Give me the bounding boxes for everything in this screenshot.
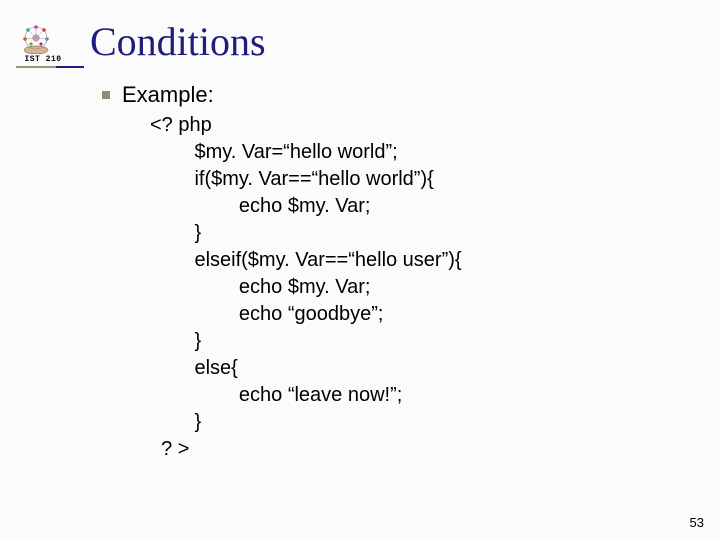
- bullet-icon: [102, 91, 110, 99]
- code-line: echo “leave now!”;: [239, 384, 402, 406]
- bullet-text: Example:: [122, 82, 214, 108]
- code-line: echo “goodbye”;: [239, 303, 384, 325]
- code-line: }: [194, 330, 201, 352]
- code-line: echo $my. Var;: [239, 276, 371, 298]
- code-line: <? php: [150, 114, 212, 136]
- slide-title: Conditions: [90, 18, 266, 65]
- code-line: elseif($my. Var==“hello user”){: [194, 249, 461, 271]
- code-line: $my. Var=“hello world”;: [194, 141, 397, 163]
- code-line: echo $my. Var;: [239, 195, 371, 217]
- code-block: <? php $my. Var=“hello world”; if($my. V…: [150, 112, 462, 463]
- code-line: }: [194, 411, 201, 433]
- bullet-row: Example:: [102, 82, 214, 108]
- logo-label: IST 210: [16, 55, 70, 64]
- code-line: }: [194, 222, 201, 244]
- title-underline: [16, 66, 84, 68]
- code-line: if($my. Var==“hello world”){: [194, 168, 433, 190]
- code-line: else{: [194, 357, 237, 379]
- logo-graphic: [16, 22, 56, 54]
- slide-number: 53: [690, 515, 704, 530]
- code-line: ? >: [161, 438, 189, 460]
